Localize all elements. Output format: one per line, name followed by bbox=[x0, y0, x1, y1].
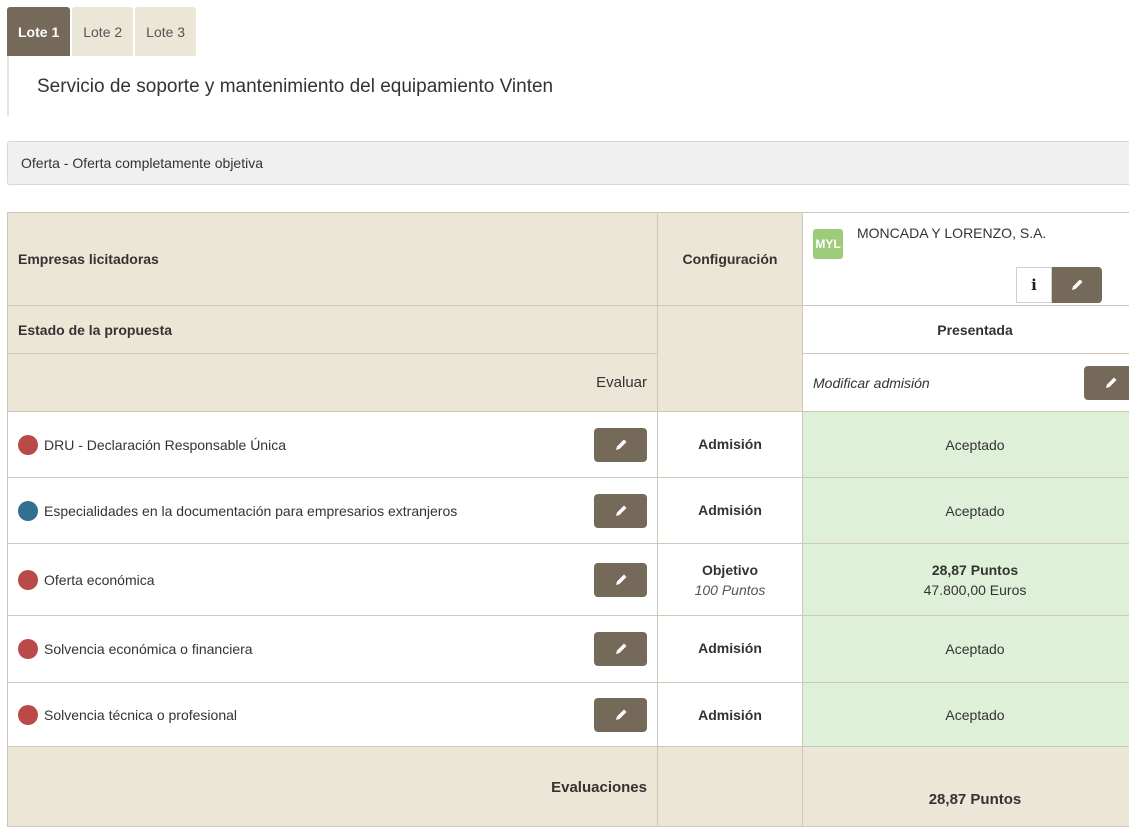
criterion-config-type: Objetivo bbox=[668, 562, 792, 578]
criterion-config-points: 100 Puntos bbox=[668, 582, 792, 598]
evaluation-table: Empresas licitadoras Configuración MYL M… bbox=[7, 212, 1129, 827]
offer-bar-label: Oferta - Oferta completamente objetiva bbox=[21, 155, 263, 171]
criterion-cell: Especialidades en la documentación para … bbox=[8, 478, 658, 544]
criterion-edit-button[interactable] bbox=[594, 494, 647, 528]
offer-bar[interactable]: Oferta - Oferta completamente objetiva bbox=[7, 141, 1129, 185]
company-header: MYL MONCADA Y LORENZO, S.A. i bbox=[803, 213, 1129, 306]
status-config-empty bbox=[658, 306, 803, 412]
pencil-icon bbox=[1069, 277, 1085, 293]
evaluations-label: Evaluaciones bbox=[8, 747, 658, 827]
criterion-label: Solvencia económica o financiera bbox=[44, 641, 253, 657]
company-avatar: MYL bbox=[813, 229, 843, 259]
pencil-icon bbox=[1103, 375, 1119, 391]
criterion-cell: Solvencia técnica o profesional bbox=[8, 683, 658, 747]
status-label: Estado de la propuesta bbox=[8, 306, 658, 354]
criterion-config: Objetivo 100 Puntos bbox=[658, 544, 803, 616]
modify-admission-cell: Modificar admisión bbox=[803, 354, 1129, 412]
result-euros: 47.800,00 Euros bbox=[813, 582, 1129, 598]
tab-lote-1[interactable]: Lote 1 bbox=[7, 7, 70, 56]
criterion-label: Oferta económica bbox=[44, 572, 155, 588]
company-edit-button[interactable] bbox=[1052, 267, 1102, 303]
pencil-icon bbox=[613, 641, 629, 657]
criterion-result: Aceptado bbox=[803, 412, 1129, 478]
table-row: Especialidades en la documentación para … bbox=[8, 478, 1129, 544]
pencil-icon bbox=[613, 572, 629, 588]
status-dot-icon bbox=[18, 705, 38, 725]
evaluations-total: 28,87 Puntos bbox=[803, 747, 1129, 827]
criterion-edit-button[interactable] bbox=[594, 563, 647, 597]
criterion-cell: DRU - Declaración Responsable Única bbox=[8, 412, 658, 478]
criterion-label: DRU - Declaración Responsable Única bbox=[44, 437, 286, 453]
modify-admission-button[interactable] bbox=[1084, 366, 1129, 400]
status-value: Presentada bbox=[803, 306, 1129, 354]
criterion-cell: Oferta económica bbox=[8, 544, 658, 616]
criterion-cell: Solvencia económica o financiera bbox=[8, 616, 658, 683]
modify-admission-label: Modificar admisión bbox=[813, 375, 930, 391]
evaluate-label: Evaluar bbox=[8, 354, 658, 412]
criterion-edit-button[interactable] bbox=[594, 632, 647, 666]
tab-lote-3[interactable]: Lote 3 bbox=[135, 7, 196, 56]
tab-lote-2[interactable]: Lote 2 bbox=[72, 7, 133, 56]
table-row: Solvencia económica o financiera Admisió… bbox=[8, 616, 1129, 683]
pencil-icon bbox=[613, 503, 629, 519]
criterion-label: Especialidades en la documentación para … bbox=[44, 503, 457, 519]
table-row: DRU - Declaración Responsable Única Admi… bbox=[8, 412, 1129, 478]
status-dot-icon bbox=[18, 501, 38, 521]
criterion-result: Aceptado bbox=[803, 478, 1129, 544]
status-dot-icon bbox=[18, 435, 38, 455]
pencil-icon bbox=[613, 437, 629, 453]
status-dot-icon bbox=[18, 639, 38, 659]
criterion-edit-button[interactable] bbox=[594, 428, 647, 462]
pencil-icon bbox=[613, 707, 629, 723]
status-dot-icon bbox=[18, 570, 38, 590]
info-button[interactable]: i bbox=[1016, 267, 1052, 303]
criterion-config: Admisión bbox=[658, 683, 803, 747]
lot-panel: Servicio de soporte y mantenimiento del … bbox=[7, 56, 707, 116]
lot-tabs: Lote 1 Lote 2 Lote 3 bbox=[7, 7, 198, 56]
table-row: Solvencia técnica o profesional Admisión… bbox=[8, 683, 1129, 747]
criterion-config: Admisión bbox=[658, 616, 803, 683]
criterion-result: Aceptado bbox=[803, 683, 1129, 747]
header-companies: Empresas licitadoras bbox=[8, 213, 658, 306]
criterion-edit-button[interactable] bbox=[594, 698, 647, 732]
lot-title: Servicio de soporte y mantenimiento del … bbox=[37, 76, 553, 98]
header-config: Configuración bbox=[658, 213, 803, 306]
criterion-result: 28,87 Puntos 47.800,00 Euros bbox=[803, 544, 1129, 616]
company-name: MONCADA Y LORENZO, S.A. bbox=[857, 225, 1046, 241]
criterion-config: Admisión bbox=[658, 412, 803, 478]
criterion-label: Solvencia técnica o profesional bbox=[44, 707, 237, 723]
criterion-config: Admisión bbox=[658, 478, 803, 544]
criterion-result: Aceptado bbox=[803, 616, 1129, 683]
info-icon: i bbox=[1031, 276, 1037, 294]
table-row: Oferta económica Objetivo 100 Puntos 28,… bbox=[8, 544, 1129, 616]
evaluations-config-empty bbox=[658, 747, 803, 827]
result-points: 28,87 Puntos bbox=[813, 562, 1129, 578]
